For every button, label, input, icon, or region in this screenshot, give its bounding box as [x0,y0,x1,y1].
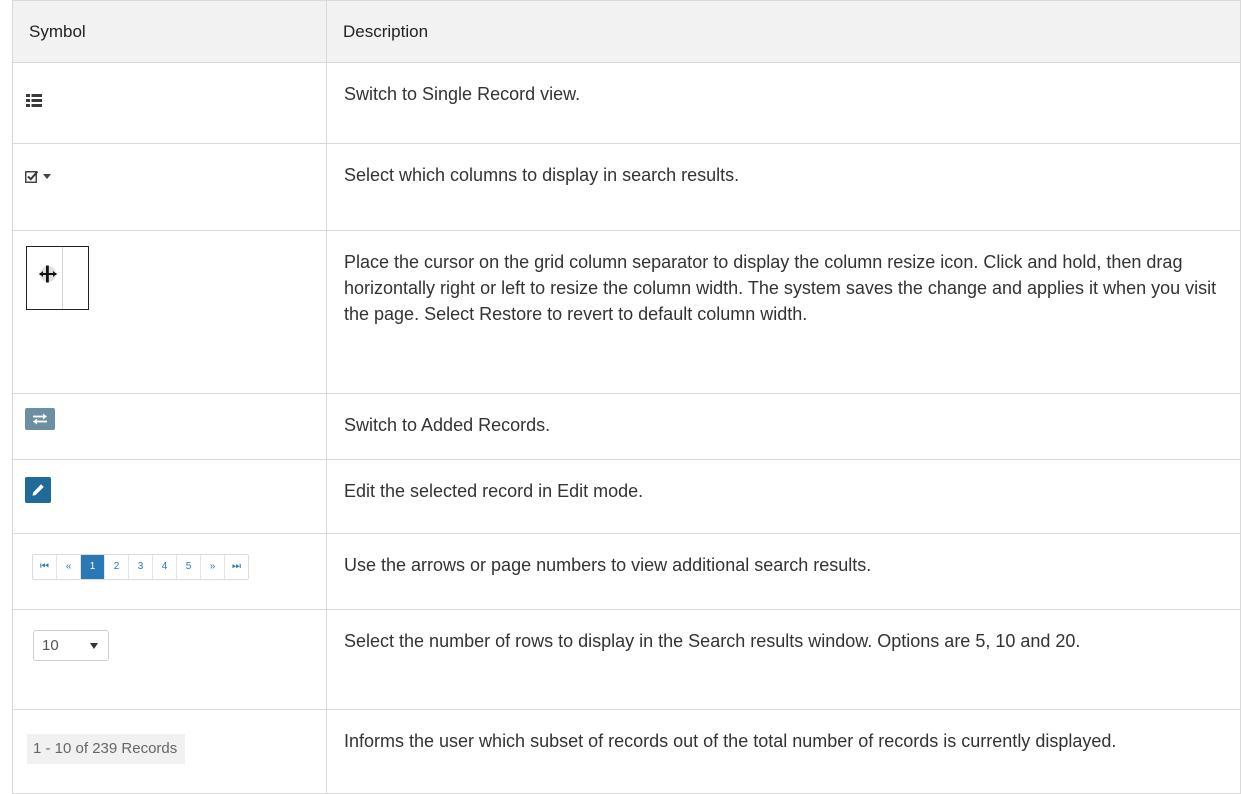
list-view-icon[interactable] [26,88,42,114]
caret-down-icon [43,174,51,179]
symbol-cell: 1 - 10 of 239 Records [12,709,327,794]
previous-page-button[interactable]: « [57,555,81,579]
table-row: Place the cursor on the grid column sepa… [12,230,1241,394]
rows-per-page-value: 10 [42,636,59,654]
symbol-table: Symbol Description Switch to Single Reco [12,0,1241,794]
column-resize-example [26,246,89,310]
symbol-cell [12,143,327,231]
symbol-cell [12,62,327,144]
record-count-label: 1 - 10 of 239 Records [27,734,186,764]
pagination-control: ⏮ « 1 2 3 4 5 » ⏭ [32,554,249,580]
description-cell: Switch to Added Records. [326,393,1241,460]
table-row: ⏮ « 1 2 3 4 5 » ⏭ Use the arrows or page… [12,533,1241,610]
last-page-button[interactable]: ⏭ [225,555,248,579]
table-row: 1 - 10 of 239 Records Informs the user w… [12,709,1241,794]
symbol-cell: 10 [12,609,327,710]
table-row: Edit the selected record in Edit mode. [12,459,1241,534]
table-row: 10 Select the number of rows to display … [12,609,1241,710]
description-cell: Place the cursor on the grid column sepa… [326,230,1241,394]
page-button-1[interactable]: 1 [81,555,105,579]
column-resize-cursor-icon [39,265,57,283]
first-page-button[interactable]: ⏮ [33,555,57,579]
chevron-down-icon [90,643,98,649]
table-row: Switch to Single Record view. [12,62,1241,144]
symbol-column-header: Symbol [12,0,327,63]
description-cell: Select the number of rows to display in … [326,609,1241,710]
description-cell: Switch to Single Record view. [326,62,1241,144]
description-cell: Select which columns to display in searc… [326,143,1241,231]
pencil-icon [32,484,44,496]
symbol-cell [12,393,327,460]
edit-button[interactable] [25,477,51,503]
page-button-3[interactable]: 3 [129,555,153,579]
switch-arrows-icon [33,413,47,425]
checkbox-checked-icon [25,170,39,183]
switch-records-button[interactable] [25,408,55,430]
description-cell: Use the arrows or page numbers to view a… [326,533,1241,610]
description-cell: Informs the user which subset of records… [326,709,1241,794]
page-button-2[interactable]: 2 [105,555,129,579]
description-column-header: Description [326,0,1241,63]
table-row: Select which columns to display in searc… [12,143,1241,231]
rows-per-page-select[interactable]: 10 [33,630,109,661]
symbol-cell [12,459,327,534]
symbol-cell [12,230,327,394]
symbol-cell: ⏮ « 1 2 3 4 5 » ⏭ [12,533,327,610]
page-button-5[interactable]: 5 [177,555,201,579]
table-header-row: Symbol Description [12,0,1241,63]
next-page-button[interactable]: » [201,555,225,579]
column-separator[interactable] [62,247,63,309]
page-button-4[interactable]: 4 [153,555,177,579]
column-select-button[interactable] [25,170,51,183]
description-cell: Edit the selected record in Edit mode. [326,459,1241,534]
table-row: Switch to Added Records. [12,393,1241,460]
